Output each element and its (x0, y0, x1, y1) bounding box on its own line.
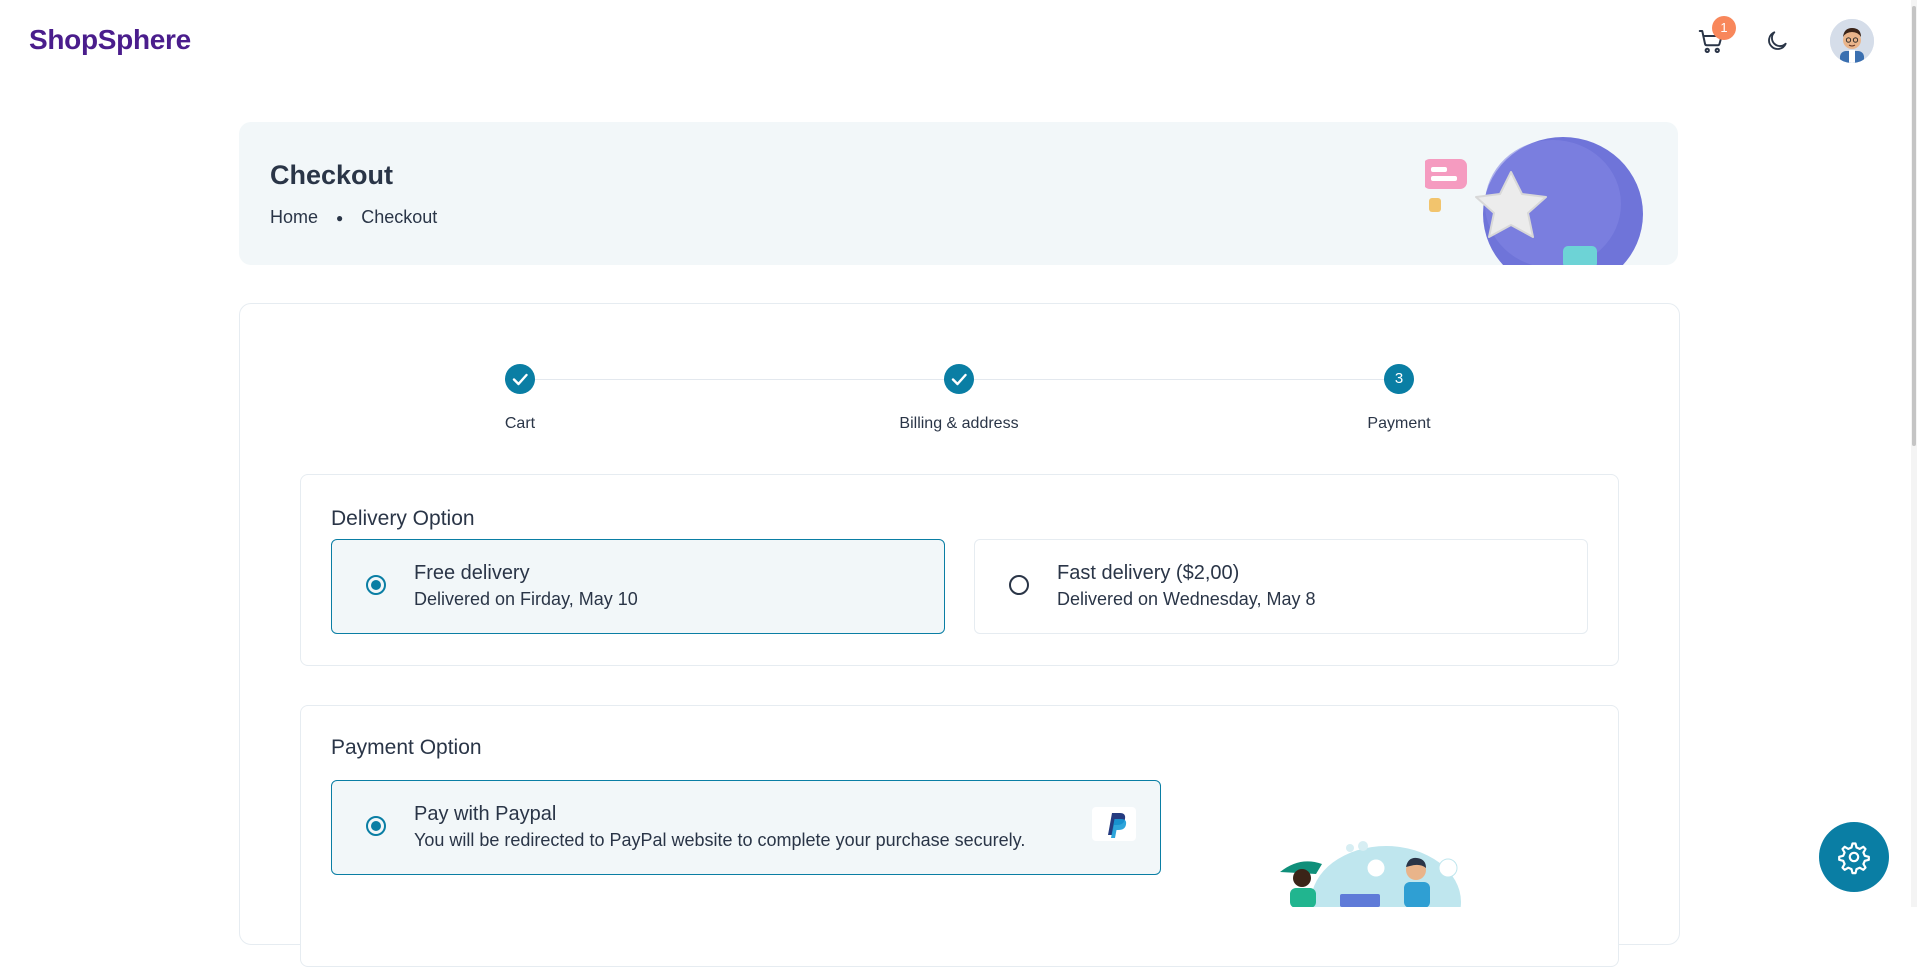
moon-icon (1768, 31, 1787, 50)
gear-icon (1838, 842, 1870, 875)
page-header-banner: Checkout Home ● Checkout (239, 122, 1678, 265)
payment-option-title: Payment Option (331, 736, 482, 759)
breadcrumb: Home ● Checkout (270, 207, 437, 228)
cart-count-badge: 1 (1712, 16, 1736, 40)
check-icon (512, 373, 528, 386)
payment-illustration (1280, 841, 1461, 907)
free-delivery-radio[interactable] (366, 575, 386, 595)
avatar-image (1830, 19, 1874, 63)
fast-delivery-subtitle: Delivered on Wednesday, May 8 (1057, 589, 1316, 609)
free-delivery-subtitle: Delivered on Firday, May 10 (414, 589, 638, 609)
fast-delivery-option[interactable]: Fast delivery ($2,00) Delivered on Wedne… (974, 539, 1588, 634)
paypal-option-subtitle: You will be redirected to PayPal website… (414, 830, 1026, 850)
free-delivery-title: Free delivery (414, 562, 530, 584)
stepper-connector (974, 379, 1384, 380)
star-illustration (1425, 137, 1643, 265)
step-cart-label: Cart (504, 415, 536, 432)
check-icon (951, 373, 967, 386)
theme-toggle-button[interactable] (1764, 28, 1790, 54)
paypal-payment-option[interactable]: Pay with Paypal You will be redirected t… (331, 780, 1161, 875)
step-payment-label: Payment (1367, 415, 1431, 432)
breadcrumb-current: Checkout (361, 207, 438, 227)
delivery-option-section: Delivery Option Free delivery Delivered … (300, 474, 1619, 666)
free-delivery-option[interactable]: Free delivery Delivered on Firday, May 1… (331, 539, 945, 634)
paypal-icon (1108, 813, 1127, 838)
paypal-radio[interactable] (366, 816, 386, 836)
fast-delivery-radio[interactable] (1009, 575, 1029, 595)
page-title: Checkout (270, 160, 394, 190)
step-cart-indicator[interactable] (505, 364, 535, 394)
step-billing-label: Billing & address (899, 415, 1019, 432)
breadcrumb-separator-dot: ● (336, 210, 344, 225)
step-billing-indicator[interactable] (944, 364, 974, 394)
brand-logo[interactable]: ShopSphere (29, 24, 191, 56)
delivery-option-title: Delivery Option (331, 507, 475, 530)
user-avatar[interactable] (1830, 19, 1874, 63)
paypal-logo (1092, 807, 1136, 841)
fast-delivery-title: Fast delivery ($2,00) (1057, 562, 1240, 584)
scrollbar-thumb[interactable] (1912, 6, 1916, 446)
paypal-option-title: Pay with Paypal (414, 803, 557, 825)
top-bar: ShopSphere 1 (0, 0, 1917, 82)
settings-floating-button[interactable] (1819, 822, 1889, 892)
step-payment-indicator[interactable]: 3 (1384, 364, 1414, 394)
breadcrumb-home-link[interactable]: Home (270, 207, 318, 228)
stepper-connector (535, 379, 945, 380)
